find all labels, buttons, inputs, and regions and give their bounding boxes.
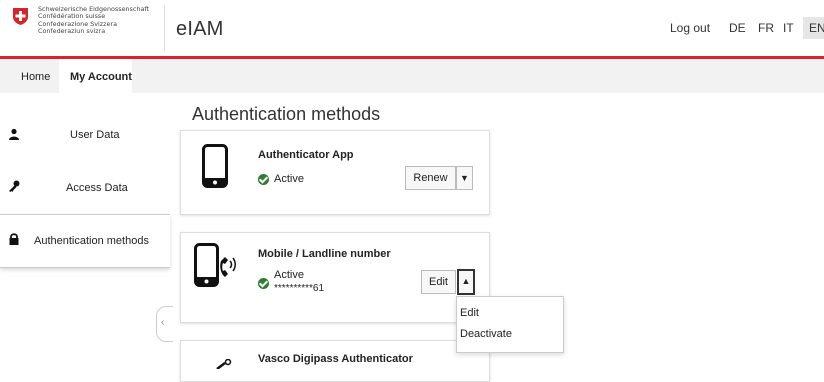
- dropdown-item-deactivate[interactable]: Deactivate: [460, 328, 512, 340]
- lock-icon: [9, 233, 19, 245]
- token-icon: [216, 359, 232, 369]
- action-dropdown-menu: Edit Deactivate: [456, 296, 564, 353]
- sidebar-item-user-data[interactable]: User Data: [0, 110, 170, 162]
- lang-fr[interactable]: FR: [758, 21, 774, 35]
- status-text: Active: [274, 173, 304, 185]
- lang-de[interactable]: DE: [729, 21, 746, 35]
- page-title: Authentication methods: [192, 104, 381, 124]
- check-circle-icon: [258, 174, 269, 185]
- confederation-text: Schweizerische Eidgenossenschaft Confédé…: [38, 5, 149, 35]
- nav-my-account[interactable]: My Account: [70, 71, 132, 83]
- chevron-down-icon: ▼: [460, 173, 469, 183]
- header: Schweizerische Eidgenossenschaft Confédé…: [0, 0, 824, 56]
- sidebar-item-access-data[interactable]: Access Data: [0, 162, 170, 214]
- logout-link[interactable]: Log out: [670, 21, 710, 35]
- confed-line-rm: Confederaziun svizra: [38, 26, 106, 35]
- sidebar-collapse-handle[interactable]: ‹: [156, 306, 173, 342]
- sidebar-item-label: Access Data: [66, 182, 128, 194]
- auth-method-card-vasco: Vasco Digipass Authenticator: [180, 340, 490, 382]
- sidebar-item-authentication-methods[interactable]: Authentication methods: [0, 214, 170, 268]
- chevron-up-icon: ▲: [461, 276, 471, 286]
- user-icon: [9, 128, 19, 140]
- auth-method-card-phone: Mobile / Landline number Active ********…: [180, 232, 490, 323]
- sidebar-item-label: Authentication methods: [34, 235, 149, 247]
- renew-dropdown-toggle[interactable]: ▼: [456, 166, 473, 190]
- auth-method-card-app: Authenticator App Active Renew ▼: [180, 130, 490, 215]
- nav-home[interactable]: Home: [21, 71, 50, 83]
- dropdown-item-edit[interactable]: Edit: [460, 307, 479, 319]
- lang-it[interactable]: IT: [783, 21, 794, 35]
- sidebar-item-label: User Data: [70, 129, 120, 141]
- card-title: Vasco Digipass Authenticator: [258, 353, 413, 365]
- edit-dropdown-toggle[interactable]: ▲: [457, 269, 475, 295]
- card-title: Authenticator App: [258, 149, 354, 161]
- masked-phone-number: **********61: [274, 283, 325, 294]
- lang-en[interactable]: EN: [803, 17, 824, 39]
- phone-call-icon: [194, 243, 236, 287]
- app-title: eIAM: [176, 18, 224, 40]
- key-icon: [9, 180, 20, 192]
- header-divider: [164, 5, 165, 51]
- edit-button[interactable]: Edit: [421, 270, 456, 294]
- card-title: Mobile / Landline number: [258, 248, 391, 260]
- swiss-shield-icon: [13, 8, 28, 25]
- check-circle-icon: [258, 278, 269, 289]
- smartphone-icon: [202, 144, 228, 188]
- chevron-left-icon: ‹: [161, 317, 165, 328]
- status-text: Active: [274, 269, 304, 281]
- renew-button[interactable]: Renew: [405, 166, 456, 190]
